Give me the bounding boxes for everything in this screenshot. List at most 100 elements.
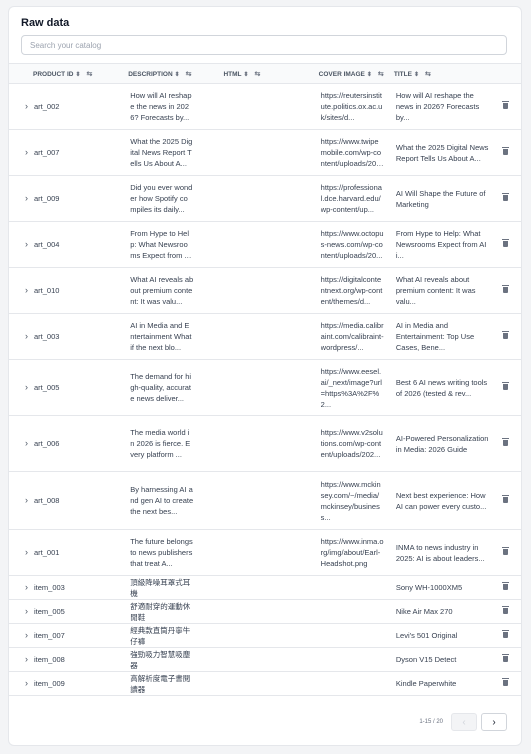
cover-image-url: https://www.inma.org/img/about/Earl-Head… — [320, 537, 384, 568]
trash-icon[interactable] — [502, 654, 510, 662]
chevron-right-icon[interactable]: › — [25, 331, 28, 342]
chevron-right-icon[interactable]: › — [25, 285, 28, 296]
cell-description: 經典款直筒丹寧牛仔褲 — [104, 623, 200, 648]
sort-icon[interactable]: ⬍ — [244, 72, 249, 78]
trash-icon[interactable] — [502, 678, 510, 686]
chevron-right-icon[interactable]: › — [25, 239, 28, 250]
chevron-right-icon[interactable]: › — [25, 147, 28, 158]
cell-title: How will AI reshape the news in 2026? Fo… — [389, 83, 498, 130]
table-row[interactable]: › art_007 What the 2025 Digital News Repor… — [9, 129, 521, 176]
table-row[interactable]: › item_007 經典款直筒丹寧牛仔褲 Levi's 501 Original — [9, 623, 521, 648]
table-row[interactable]: › item_009 高解析度電子書閱讀器 Kindle Paperwhite — [9, 671, 521, 696]
table-row[interactable]: › art_001 The future belongs to news publi… — [9, 529, 521, 576]
sort-icon[interactable]: ⬍ — [175, 72, 180, 78]
product-id: item_005 — [34, 607, 65, 616]
trash-icon[interactable] — [502, 285, 510, 293]
trash-icon[interactable] — [502, 382, 510, 390]
resize-icon[interactable]: ⇆ — [186, 71, 192, 78]
sort-icon[interactable]: ⬍ — [414, 72, 419, 78]
chevron-left-icon: ‹ — [462, 716, 466, 728]
description-text: By harnessing AI and gen AI to create th… — [130, 485, 194, 516]
trash-icon[interactable] — [502, 239, 510, 247]
column-header-cover-image[interactable]: COVER IMAGE ⬍ ⇆ — [294, 63, 390, 84]
cell-description: 高解析度電子書閱讀器 — [104, 671, 200, 696]
cell-html — [199, 175, 295, 222]
cell-cover-image — [294, 599, 390, 624]
table-row[interactable]: › art_003 AI in Media and Entertainment Wh… — [9, 313, 521, 360]
cell-product-id: › art_009 — [9, 175, 105, 222]
table-row[interactable]: › item_003 頂級降噪耳罩式耳機 Sony WH-1000XM5 — [9, 575, 521, 600]
trash-icon[interactable] — [502, 438, 510, 446]
trash-icon[interactable] — [502, 101, 510, 109]
cell-cover-image: https://digitalcontentnext.org/wp-conten… — [294, 267, 390, 314]
table-row[interactable]: › art_004 From Hype to Help: What Newsroom… — [9, 221, 521, 268]
cell-cover-image — [294, 623, 390, 648]
cell-title: AI-Powered Personalization in Media: 202… — [389, 415, 498, 472]
product-id: art_007 — [34, 148, 60, 157]
title-text: Dyson V15 Detect — [395, 655, 457, 664]
table-row[interactable]: › art_009 Did you ever wonder how Spotify … — [9, 175, 521, 222]
cell-description: AI in Media and Entertainment What if th… — [104, 313, 200, 360]
chevron-right-icon[interactable]: › — [25, 678, 28, 689]
sort-icon[interactable]: ⬍ — [367, 72, 372, 78]
resize-icon[interactable]: ⇆ — [255, 71, 261, 78]
cell-title: Next best experience: How AI can power e… — [389, 471, 498, 530]
prev-page-button[interactable]: ‹ — [451, 713, 477, 731]
table-row[interactable]: › item_008 強勁吸力智慧吸塵器 Dyson V15 Detect — [9, 647, 521, 672]
trash-icon[interactable] — [502, 331, 510, 339]
title-text: Best 6 AI news writing tools of 2026 (te… — [395, 377, 488, 398]
cover-image-url: https://professional.dce.harvard.edu/wp-… — [320, 183, 382, 214]
cell-actions — [497, 359, 521, 416]
chevron-right-icon[interactable]: › — [25, 630, 28, 641]
chevron-right-icon[interactable]: › — [25, 438, 28, 449]
table-row[interactable]: › item_005 舒適耐穿的運動休閒鞋 Nike Air Max 270 — [9, 599, 521, 624]
chevron-right-icon[interactable]: › — [25, 547, 28, 558]
title-text: AI in Media and Entertainment: Top Use C… — [395, 321, 475, 352]
cell-description: How will AI reshape the news in 2026? Fo… — [104, 83, 200, 130]
product-id: art_009 — [34, 194, 60, 203]
cell-title: Sony WH-1000XM5 — [389, 575, 498, 600]
cell-title: Nike Air Max 270 — [389, 599, 498, 624]
resize-icon[interactable]: ⇆ — [86, 71, 92, 78]
next-page-button[interactable]: › — [481, 713, 507, 731]
column-header-product-id[interactable]: PRODUCT ID ⬍ ⇆ — [9, 63, 105, 84]
column-header-description[interactable]: DESCRIPTION ⬍ ⇆ — [104, 63, 200, 84]
column-header-html[interactable]: HTML ⬍ ⇆ — [199, 63, 295, 84]
resize-icon[interactable]: ⇆ — [378, 71, 384, 78]
title-text: Levi's 501 Original — [395, 631, 458, 640]
chevron-right-icon[interactable]: › — [25, 101, 28, 112]
cover-image-url: https://www.twipemobile.com/wp-content/u… — [320, 137, 382, 168]
trash-icon[interactable] — [502, 147, 510, 155]
trash-icon[interactable] — [502, 547, 510, 555]
column-header-label: PRODUCT ID — [33, 70, 74, 78]
title-text: How will AI reshape the news in 2026? Fo… — [395, 91, 480, 122]
title-text: Nike Air Max 270 — [395, 607, 453, 616]
product-id: art_002 — [34, 102, 60, 111]
resize-icon[interactable]: ⇆ — [425, 71, 431, 78]
chevron-right-icon[interactable]: › — [25, 606, 28, 617]
chevron-right-icon[interactable]: › — [25, 193, 28, 204]
cover-image-url: https://www.mckinsey.com/~/media/mckinse… — [320, 479, 381, 522]
sort-icon[interactable]: ⬍ — [75, 72, 80, 78]
table-row[interactable]: › art_005 The demand for high-quality, acc… — [9, 359, 521, 416]
cell-title: Kindle Paperwhite — [389, 671, 498, 696]
trash-icon[interactable] — [502, 582, 510, 590]
description-text: 高解析度電子書閱讀器 — [130, 673, 191, 694]
table-row[interactable]: › art_010 What AI reveals about premium co… — [9, 267, 521, 314]
description-text: Did you ever wonder how Spotify compiles… — [130, 183, 193, 214]
table-row[interactable]: › art_002 How will AI reshape the news in … — [9, 83, 521, 130]
table-row[interactable]: › art_006 The media world in 2026 is fierc… — [9, 415, 521, 472]
chevron-right-icon[interactable]: › — [25, 382, 28, 393]
trash-icon[interactable] — [502, 630, 510, 638]
cell-actions — [497, 529, 521, 576]
chevron-right-icon[interactable]: › — [25, 582, 28, 593]
column-header-title[interactable]: TITLE ⬍ ⇆ — [389, 63, 498, 84]
cell-html — [199, 623, 295, 648]
chevron-right-icon[interactable]: › — [25, 495, 28, 506]
table-row[interactable]: › art_008 By harnessing AI and gen AI to c… — [9, 471, 521, 530]
trash-icon[interactable] — [502, 193, 510, 201]
chevron-right-icon[interactable]: › — [25, 654, 28, 665]
search-input[interactable] — [21, 35, 507, 55]
trash-icon[interactable] — [502, 495, 510, 503]
trash-icon[interactable] — [502, 606, 510, 614]
